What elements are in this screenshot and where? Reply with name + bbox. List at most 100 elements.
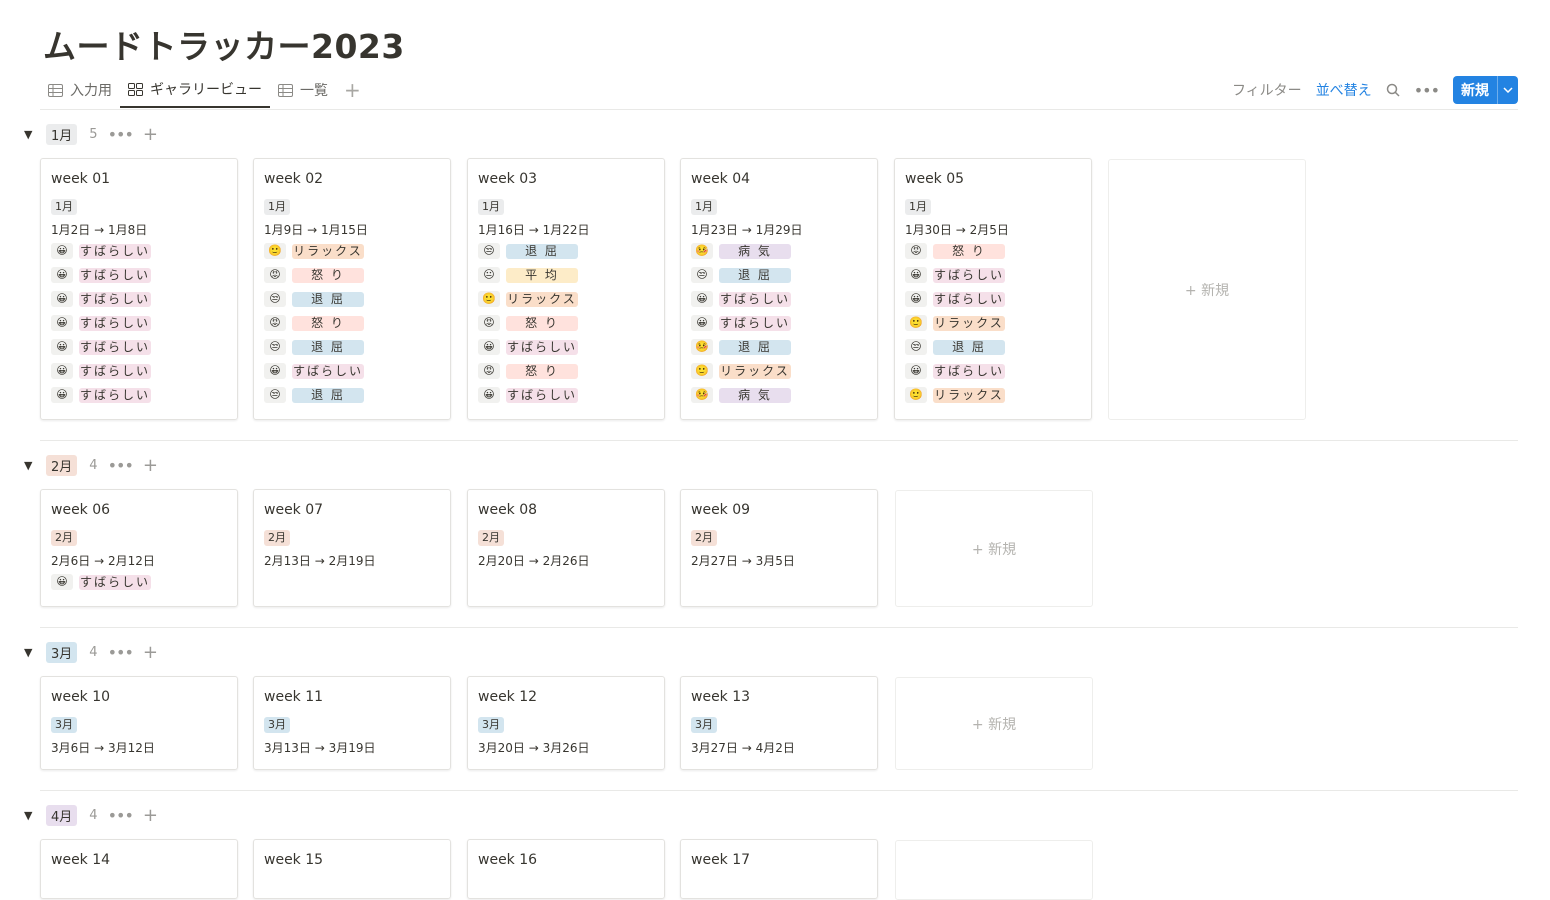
card-title: week 04 [691, 171, 751, 187]
collapse-toggle-icon[interactable]: ▼ [24, 646, 46, 659]
gallery-card[interactable]: week 12 3月 3月20日 → 3月26日 [467, 676, 665, 770]
gallery-card[interactable]: week 08 2月 2月20日 → 2月26日 [467, 489, 665, 607]
mood-row: 🙂 リラックス [264, 239, 440, 263]
tab-list[interactable]: 一覧 [270, 72, 336, 108]
new-button-label[interactable]: 新規 [1453, 76, 1497, 104]
collapse-toggle-icon[interactable]: ▼ [24, 128, 46, 141]
card-title: week 06 [51, 502, 111, 518]
more-options-icon[interactable]: ••• [108, 125, 134, 144]
mood-tag: すばらしい [292, 363, 364, 379]
mood-row: 🤒 病 気 [691, 239, 867, 263]
mood-emoji-icon: 😀 [905, 363, 927, 379]
page-title: ムードトラッカー2023 [43, 27, 405, 66]
gallery-card[interactable]: week 17 [680, 839, 878, 899]
mood-tag: すばらしい [933, 291, 1005, 307]
group-tag: 2月 [46, 454, 78, 476]
tab-input[interactable]: 入力用 [40, 72, 120, 108]
month-tag: 1月 [478, 199, 504, 215]
more-options-icon[interactable]: ••• [108, 456, 134, 475]
add-view-icon[interactable]: + [336, 78, 369, 102]
gallery-card[interactable]: week 03 1月 1月16日 → 1月22日 😒 退 屈 😐 平 均 🙂 リラックス 😡 怒 り… [467, 158, 665, 420]
card-title: week 17 [691, 852, 751, 868]
new-button[interactable]: 新規 [1453, 76, 1518, 104]
gallery-card[interactable]: week 11 3月 3月13日 → 3月19日 [253, 676, 451, 770]
gallery-card[interactable]: week 14 [40, 839, 238, 899]
month-tag: 2月 [264, 530, 290, 546]
mood-emoji-icon: 😡 [478, 315, 500, 331]
more-options-icon[interactable]: ••• [108, 643, 134, 662]
mood-emoji-icon: 😡 [905, 243, 927, 259]
add-icon[interactable]: + [143, 642, 158, 663]
date-range: 3月27日 → 4月2日 [691, 741, 795, 755]
group-count: 4 [89, 807, 98, 823]
gallery-card[interactable]: week 02 1月 1月9日 → 1月15日 🙂 リラックス 😡 怒 り 😒 退 屈 😡 怒 り 😒… [253, 158, 451, 420]
mood-row: 😀 すばらしい [51, 311, 227, 335]
filter-button[interactable]: フィルター [1232, 80, 1302, 100]
date-range: 1月30日 → 2月5日 [905, 223, 1009, 237]
search-icon[interactable] [1386, 83, 1400, 97]
mood-tag: すばらしい [79, 243, 151, 259]
mood-tag: 退 屈 [292, 291, 364, 307]
gallery-card[interactable]: week 15 [253, 839, 451, 899]
divider [40, 627, 1518, 628]
mood-tag: 平 均 [506, 267, 578, 283]
date-range: 1月16日 → 1月22日 [478, 223, 590, 237]
month-tag: 3月 [478, 717, 504, 733]
mood-emoji-icon: 😀 [478, 387, 500, 403]
mood-row: 😀 すばらしい [51, 239, 227, 263]
gallery-card[interactable]: week 01 1月 1月2日 → 1月8日 😀 すばらしい 😀 すばらしい 😀 すばらしい 😀 す… [40, 158, 238, 420]
gallery-card[interactable]: week 06 2月 2月6日 → 2月12日 😀 すばらしい [40, 489, 238, 607]
date-range: 1月23日 → 1月29日 [691, 223, 803, 237]
mood-tag: 退 屈 [292, 387, 364, 403]
new-card-button[interactable]: + 新規 [1108, 159, 1306, 420]
more-options-icon[interactable]: ••• [1414, 81, 1440, 100]
mood-emoji-icon: 😀 [51, 339, 73, 355]
tab-gallery[interactable]: ギャラリービュー [120, 72, 270, 108]
collapse-toggle-icon[interactable]: ▼ [24, 459, 46, 472]
gallery-card[interactable]: week 07 2月 2月13日 → 2月19日 [253, 489, 451, 607]
mood-emoji-icon: 😀 [691, 291, 713, 307]
gallery-card[interactable]: week 10 3月 3月6日 → 3月12日 [40, 676, 238, 770]
add-icon[interactable]: + [143, 805, 158, 826]
mood-tag: リラックス [933, 387, 1005, 403]
add-icon[interactable]: + [143, 455, 158, 476]
mood-emoji-icon: 😀 [905, 291, 927, 307]
gallery-card[interactable]: week 05 1月 1月30日 → 2月5日 😡 怒 り 😀 すばらしい 😀 すばらしい 🙂 リラ… [894, 158, 1092, 420]
new-card-button[interactable]: + 新規 [895, 490, 1093, 607]
gallery-card[interactable]: week 09 2月 2月27日 → 3月5日 [680, 489, 878, 607]
new-card-button[interactable] [895, 840, 1093, 900]
mood-emoji-icon: 😡 [478, 363, 500, 379]
mood-row: 😒 退 屈 [691, 263, 867, 287]
add-icon[interactable]: + [143, 124, 158, 145]
sort-button[interactable]: 並べ替え [1316, 80, 1372, 100]
gallery-card[interactable]: week 16 [467, 839, 665, 899]
new-card-button[interactable]: + 新規 [895, 677, 1093, 770]
mood-tag: すばらしい [79, 339, 151, 355]
mood-emoji-icon: 😒 [905, 339, 927, 355]
date-range: 3月6日 → 3月12日 [51, 741, 155, 755]
mood-tag: すばらしい [719, 291, 791, 307]
more-options-icon[interactable]: ••• [108, 806, 134, 825]
card-title: week 07 [264, 502, 324, 518]
mood-row: 😒 退 屈 [264, 335, 440, 359]
card-title: week 13 [691, 689, 751, 705]
month-tag: 2月 [691, 530, 717, 546]
chevron-down-icon[interactable] [1497, 76, 1518, 104]
month-tag: 1月 [264, 199, 290, 215]
collapse-toggle-icon[interactable]: ▼ [24, 809, 46, 822]
mood-row: 😒 退 屈 [478, 239, 654, 263]
mood-tag: 退 屈 [506, 243, 578, 259]
mood-tag: すばらしい [79, 387, 151, 403]
mood-row: 😡 怒 り [478, 359, 654, 383]
gallery-card[interactable]: week 13 3月 3月27日 → 4月2日 [680, 676, 878, 770]
mood-tag: すばらしい [933, 363, 1005, 379]
mood-tag: リラックス [506, 291, 578, 307]
month-tag: 2月 [51, 530, 77, 546]
mood-emoji-icon: 🙂 [905, 315, 927, 331]
group-header-feb: ▼ 2月 4 ••• + [24, 454, 158, 476]
date-range: 3月20日 → 3月26日 [478, 741, 590, 755]
mood-emoji-icon: 😀 [51, 574, 73, 590]
gallery-card[interactable]: week 04 1月 1月23日 → 1月29日 🤒 病 気 😒 退 屈 😀 すばらしい 😀 すばら… [680, 158, 878, 420]
month-tag: 3月 [264, 717, 290, 733]
mood-row: 😀 すばらしい [691, 311, 867, 335]
